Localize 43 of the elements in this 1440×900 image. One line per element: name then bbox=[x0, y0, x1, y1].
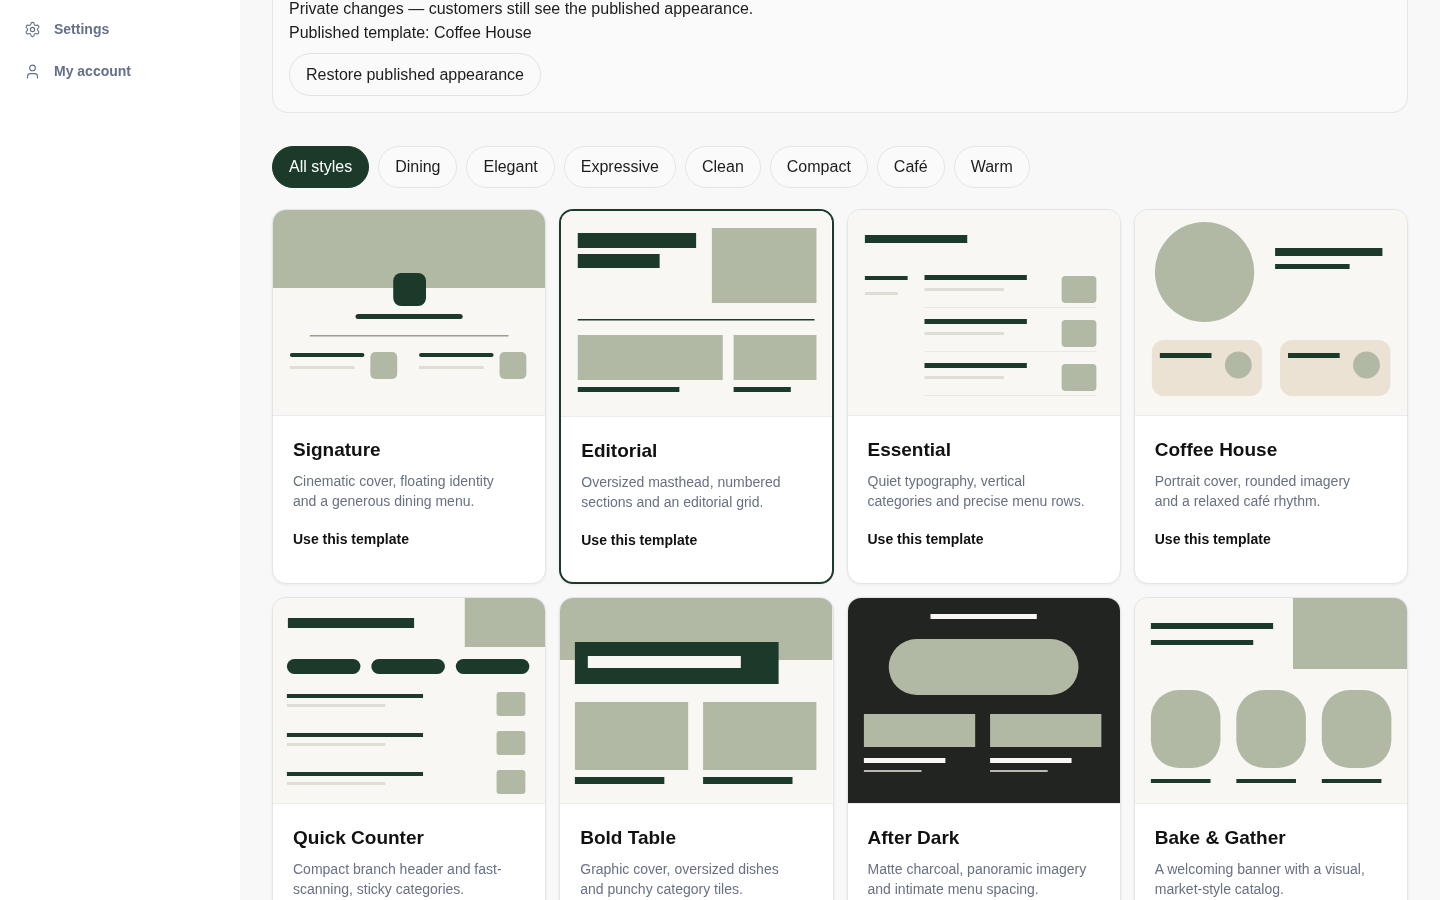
filter-chip[interactable]: Warm bbox=[953, 146, 1030, 188]
filter-chip[interactable]: Elegant bbox=[466, 146, 555, 188]
template-card[interactable]: Signature Cinematic cover, floating identity and a generous dining menu. Use this template bbox=[272, 209, 547, 584]
template-card[interactable]: Bake & Gather A welcoming banner with a visual, market-style catalog. bbox=[1133, 597, 1408, 900]
template-name: Coffee House bbox=[1154, 439, 1279, 461]
filter-chip[interactable]: Café bbox=[876, 146, 945, 188]
use-template-link[interactable]: Use this template bbox=[867, 531, 984, 547]
template-card[interactable]: Coffee House Portrait cover, rounded imagery and a relaxed café rhythm. Use this template bbox=[1133, 209, 1408, 584]
sidebar-item[interactable]: Settings bbox=[24, 18, 216, 40]
template-description: Portrait cover, rounded imagery and a relaxed café rhythm. bbox=[1154, 472, 1352, 511]
filter-chip[interactable]: Compact bbox=[769, 146, 868, 188]
template-name: After Dark bbox=[867, 827, 961, 849]
template-name: Quick Counter bbox=[293, 827, 425, 849]
draft-message: Private changes — customers still see the published appearance. bbox=[289, 0, 754, 19]
template-card[interactable]: After Dark Matte charcoal, panoramic imagery and intimate menu spacing. bbox=[846, 597, 1121, 900]
sidebar-item[interactable]: My account bbox=[24, 60, 216, 82]
template-card[interactable]: Bold Table Graphic cover, oversized dishes and punchy category tiles. bbox=[559, 597, 834, 900]
template-description: Quiet typography, vertical categories and precise menu rows. bbox=[867, 472, 1086, 511]
filter-chip[interactable]: All styles bbox=[272, 146, 370, 188]
use-template-link[interactable]: Use this template bbox=[1154, 531, 1271, 547]
use-template-link[interactable]: Use this template bbox=[581, 532, 698, 548]
person-icon bbox=[24, 62, 41, 80]
template-card[interactable]: Editorial Oversized masthead, numbered sections and an editorial grid. Use this template bbox=[559, 209, 834, 584]
template-name: Bold Table bbox=[580, 827, 677, 849]
template-description: Cinematic cover, floating identity and a generous dining menu. bbox=[293, 472, 495, 511]
filter-chip[interactable]: Dining bbox=[378, 146, 458, 188]
filter-chip[interactable]: Expressive bbox=[563, 146, 676, 188]
template-name: Signature bbox=[293, 439, 382, 461]
template-description: A welcoming banner with a visual, market-style catalog. bbox=[1154, 860, 1366, 899]
use-template-link[interactable]: Use this template bbox=[293, 531, 409, 547]
template-name: Essential bbox=[867, 439, 952, 461]
settings-icon bbox=[24, 20, 41, 38]
template-name: Editorial bbox=[581, 440, 659, 462]
template-description: Compact branch header and fast-scanning, sticky categories. bbox=[293, 860, 503, 899]
template-name: Bake & Gather bbox=[1154, 827, 1287, 849]
template-description: Matte charcoal, panoramic imagery and intimate menu spacing. bbox=[867, 860, 1088, 899]
template-card[interactable]: Essential Quiet typography, vertical categories and precise menu rows. Use this template bbox=[846, 209, 1121, 584]
template-card[interactable]: Quick Counter Compact branch header and fast-scanning, sticky categories. bbox=[272, 597, 547, 900]
published-template-text: Published template: Coffee House bbox=[289, 23, 532, 43]
template-description: Graphic cover, oversized dishes and punchy category tiles. bbox=[580, 860, 780, 899]
restore-button[interactable]: Restore published appearance bbox=[289, 53, 541, 96]
filter-chip[interactable]: Clean bbox=[685, 146, 761, 188]
template-description: Oversized masthead, numbered sections and an editorial grid. bbox=[581, 473, 782, 512]
